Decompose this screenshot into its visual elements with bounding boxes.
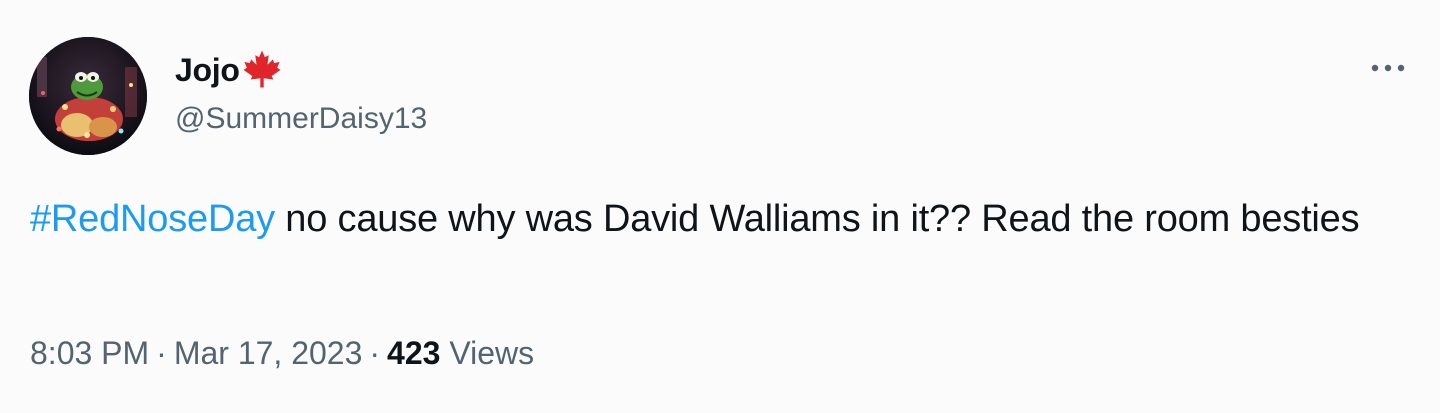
- views-label: Views: [449, 335, 535, 371]
- avatar[interactable]: [29, 37, 147, 155]
- tweet-body: no cause why was David Walliams in it?? …: [274, 198, 1360, 240]
- tweet-time[interactable]: 8:03 PM: [30, 335, 149, 371]
- tweet-meta: 8:03 PM · Mar 17, 2023 · 423 Views: [30, 333, 534, 373]
- author-name-row: Jojo: [175, 50, 283, 90]
- more-options-button[interactable]: [1364, 56, 1412, 80]
- tweet-date[interactable]: Mar 17, 2023: [174, 335, 363, 371]
- display-name[interactable]: Jojo: [175, 50, 240, 90]
- author-handle[interactable]: @SummerDaisy13: [175, 100, 427, 138]
- views-count: 423: [387, 335, 441, 371]
- maple-leaf-icon: [243, 50, 281, 88]
- avatar-image: [29, 37, 147, 155]
- meta-separator: ·: [369, 335, 381, 371]
- tweet-card: Jojo @SummerDaisy13 #RedNoseDay no cause…: [0, 0, 1440, 413]
- more-options-icon: [1371, 64, 1405, 72]
- tweet-text: #RedNoseDay no cause why was David Walli…: [30, 195, 1410, 243]
- meta-separator: ·: [156, 335, 167, 371]
- hashtag-link[interactable]: #RedNoseDay: [30, 198, 275, 240]
